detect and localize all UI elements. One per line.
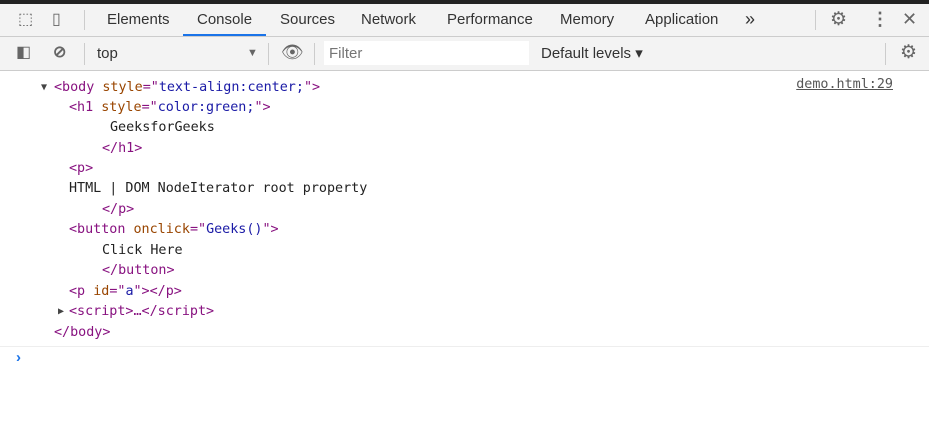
log-line: <button onclick="Geeks()"> — [69, 220, 279, 240]
tab-network[interactable]: Network — [361, 4, 416, 36]
inspect-element-icon[interactable]: ⬚ — [18, 4, 33, 35]
tab-performance[interactable]: Performance — [447, 4, 533, 36]
tab-console[interactable]: Console — [183, 4, 267, 36]
tag: </p> — [102, 202, 135, 217]
log-line: <h1 style="color:green;"> — [69, 98, 271, 118]
devtools-tabbar: ⬚ ▯ Elements Console Sources Network Per… — [0, 4, 929, 37]
tab-elements[interactable]: Elements — [107, 4, 170, 36]
text-node: GeeksforGeeks — [110, 120, 215, 135]
attr-name: id — [93, 284, 110, 299]
divider — [314, 43, 315, 65]
tag: <h1 — [69, 100, 94, 115]
live-expression-eye-icon[interactable]: 👁 — [281, 37, 304, 68]
tab-application[interactable]: Application — [645, 4, 718, 36]
log-line[interactable]: <body style="text-align:center;"> — [54, 78, 320, 98]
tag: <button — [69, 222, 126, 237]
more-options-icon[interactable]: ⋮ — [871, 4, 889, 35]
tag: <p> — [69, 161, 94, 176]
tag: </button> — [102, 263, 175, 278]
divider — [815, 10, 816, 30]
tag: </body> — [54, 325, 111, 340]
sidebar-toggle-icon[interactable]: ◧ — [16, 37, 31, 68]
log-line: <p id="a"></p> — [69, 282, 182, 302]
text-node: Click Here — [102, 243, 183, 258]
tag: "> — [303, 80, 321, 95]
filter-input[interactable] — [324, 41, 529, 65]
close-icon[interactable]: ✕ — [902, 4, 917, 35]
attr-value: color:green; — [157, 100, 255, 115]
attr-value: text-align:center; — [158, 80, 304, 95]
tag: =" — [142, 80, 159, 95]
attr-name: style — [102, 80, 143, 95]
expand-triangle-icon[interactable]: ▼ — [41, 82, 47, 93]
tab-sources[interactable]: Sources — [280, 4, 335, 36]
divider — [0, 346, 929, 347]
more-tabs-button[interactable]: » — [745, 4, 755, 36]
tab-memory[interactable]: Memory — [560, 4, 614, 36]
tag: "> — [254, 100, 271, 115]
console-prompt[interactable]: › — [16, 349, 21, 366]
tag[interactable]: <script>…</script> — [69, 302, 214, 322]
log-levels-dropdown[interactable]: Default levels ▾ — [541, 37, 643, 70]
device-toolbar-icon[interactable]: ▯ — [52, 4, 61, 35]
attr-value: a — [125, 284, 134, 299]
tag: =" — [141, 100, 158, 115]
divider — [885, 43, 886, 65]
tag: </h1> — [102, 141, 143, 156]
divider — [84, 10, 85, 30]
console-settings-gear-icon[interactable]: ⚙ — [900, 37, 917, 68]
attr-name: style — [101, 100, 142, 115]
settings-gear-icon[interactable]: ⚙ — [830, 4, 847, 35]
attr-name: onclick — [133, 222, 190, 237]
tag: "> — [262, 222, 279, 237]
divider — [84, 43, 85, 65]
context-dropdown-icon[interactable]: ▼ — [247, 37, 258, 70]
clear-console-icon[interactable]: ⊘ — [53, 37, 66, 68]
tag: =" — [109, 284, 126, 299]
tag: <p — [69, 284, 86, 299]
text-node: HTML | DOM NodeIterator root property — [69, 181, 368, 196]
context-selector[interactable]: top — [97, 37, 118, 70]
tag: <body — [54, 80, 95, 95]
tag: =" — [189, 222, 207, 237]
tag: "></p> — [133, 284, 182, 299]
source-link[interactable]: demo.html:29 — [796, 77, 893, 92]
divider — [268, 43, 269, 65]
attr-value: Geeks() — [206, 222, 263, 237]
expand-triangle-icon[interactable]: ▶ — [58, 306, 64, 317]
console-toolbar: ◧ ⊘ top ▼ 👁 Default levels ▾ ⚙ — [0, 37, 929, 71]
